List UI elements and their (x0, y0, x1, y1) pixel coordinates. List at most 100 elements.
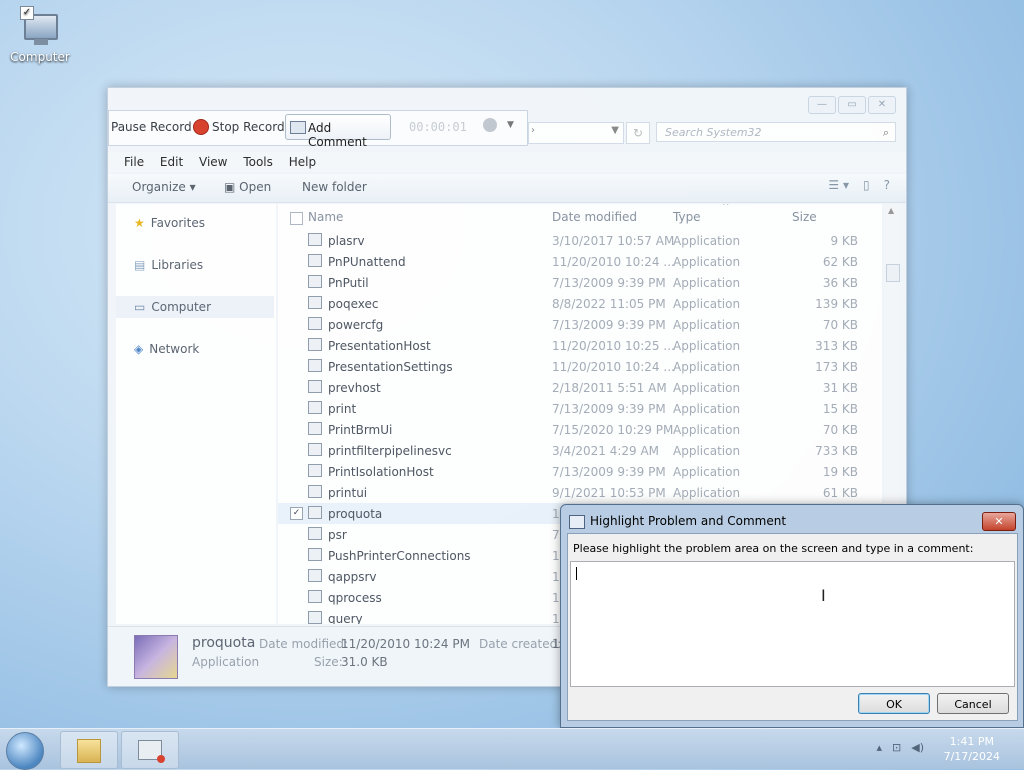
table-row[interactable]: printfilterpipelinesvc 3/4/2021 4:29 AM Ap… (278, 440, 882, 461)
menu-tools[interactable]: Tools (243, 152, 273, 172)
dialog-prompt: Please highlight the problem area on the… (573, 542, 974, 555)
column-type[interactable]: Type (673, 210, 701, 224)
scroll-thumb[interactable] (886, 264, 900, 282)
table-row[interactable]: prevhost 2/18/2011 5:51 AM Application 31 K… (278, 377, 882, 398)
refresh-button[interactable]: ↻ (626, 122, 650, 144)
menu-file[interactable]: File (124, 152, 144, 172)
volume-icon[interactable]: ◀) (911, 741, 924, 754)
comment-textarea[interactable]: I (570, 561, 1015, 687)
file-name: PnPUnattend (328, 255, 406, 269)
file-size: 173 KB (815, 360, 858, 374)
network-icon: ◈ (134, 342, 144, 356)
minimize-button[interactable]: — (808, 96, 836, 114)
file-large-icon (134, 635, 178, 679)
application-icon (308, 422, 322, 435)
add-comment-button[interactable]: Add Comment (285, 114, 391, 149)
network-status-icon[interactable]: ⊡ (892, 741, 901, 754)
desktop-computer-icon[interactable]: ✓ Computer (8, 6, 72, 64)
comment-icon (290, 121, 306, 134)
nav-libraries-label: Libraries (151, 258, 204, 272)
table-row[interactable]: print 7/13/2009 9:39 PM Application 15 KB (278, 398, 882, 419)
column-name[interactable]: Name (308, 210, 343, 224)
menu-help[interactable]: Help (289, 152, 316, 172)
file-type: Application (673, 423, 741, 437)
taskbar-explorer-button[interactable] (60, 731, 118, 769)
help-icon[interactable]: ? (884, 178, 890, 192)
maximize-button[interactable]: ▭ (838, 96, 866, 114)
file-type: Application (673, 318, 741, 332)
search-icon[interactable]: ⌕ (883, 123, 889, 143)
stop-record-button[interactable]: Stop Record (212, 120, 285, 134)
organize-button[interactable]: Organize ▾ (132, 180, 196, 194)
file-size: 139 KB (815, 297, 858, 311)
computer-icon: ✓ (20, 6, 60, 48)
menu-edit[interactable]: Edit (160, 152, 183, 172)
table-row[interactable]: PresentationSettings 11/20/2010 10:24 ...… (278, 356, 882, 377)
text-caret (576, 567, 577, 580)
globe-icon[interactable] (483, 118, 497, 132)
table-row[interactable]: PresentationHost 11/20/2010 10:25 ... Appl… (278, 335, 882, 356)
table-row[interactable]: poqexec 8/8/2022 11:05 PM Application 139 K… (278, 293, 882, 314)
file-type: Application (673, 402, 741, 416)
chevron-down-icon[interactable]: ▼ (507, 120, 514, 130)
file-type: Application (673, 444, 741, 458)
nav-favorites[interactable]: ★ Favorites (134, 216, 205, 230)
window-caption-buttons: — ▭ ✕ (808, 96, 896, 114)
clock[interactable]: 1:41 PM 7/17/2024 (944, 734, 1000, 764)
system-tray: ▴ ⊡ ◀) (876, 741, 924, 754)
file-name: PrintBrmUi (328, 423, 393, 437)
close-button[interactable]: ✕ (868, 96, 896, 114)
start-button[interactable] (6, 732, 44, 770)
ok-button[interactable]: OK (858, 693, 930, 714)
dialog-title: Highlight Problem and Comment (590, 514, 787, 528)
file-size: 62 KB (822, 255, 858, 269)
nav-network[interactable]: ◈ Network (134, 342, 199, 356)
file-type: Application (673, 360, 741, 374)
file-name: prevhost (328, 381, 381, 395)
ibeam-cursor-icon: I (821, 586, 826, 605)
nav-libraries[interactable]: ▤ Libraries (134, 258, 203, 272)
desktop-computer-label: Computer (10, 50, 70, 64)
open-button[interactable]: ▣ Open (224, 180, 271, 194)
application-icon (308, 506, 322, 519)
preview-pane-icon[interactable]: ▯ (863, 178, 870, 192)
dialog-close-button[interactable]: ✕ (982, 512, 1016, 531)
pause-record-button[interactable]: Pause Record (111, 120, 192, 134)
chevron-down-icon[interactable]: ▼ (611, 125, 619, 136)
address-bar[interactable]: ▼ › (528, 122, 624, 144)
file-type: Application (673, 297, 741, 311)
view-options-icon[interactable]: ☰ ▾ (828, 178, 849, 192)
scroll-up-icon[interactable]: ▲ (888, 206, 894, 215)
file-size: 36 KB (822, 276, 858, 290)
table-row[interactable]: PrintIsolationHost 7/13/2009 9:39 PM Appli… (278, 461, 882, 482)
steps-recorder-icon (138, 740, 165, 763)
new-folder-button[interactable]: New folder (302, 180, 367, 194)
file-date: 7/15/2020 10:29 PM (552, 423, 674, 437)
file-date: 11/20/2010 10:24 ... (552, 360, 675, 374)
search-input[interactable]: Search System32 ⌕ (656, 122, 896, 142)
select-all-checkbox[interactable] (290, 212, 303, 225)
taskbar: ▴ ⊡ ◀) 1:41 PM 7/17/2024 (0, 728, 1024, 770)
taskbar-steps-recorder-button[interactable] (121, 731, 179, 769)
table-row[interactable]: powercfg 7/13/2009 9:39 PM Application 70 K… (278, 314, 882, 335)
dialog-body: Please highlight the problem area on the… (567, 533, 1018, 721)
nav-computer[interactable]: ▭ Computer (134, 300, 211, 314)
table-row[interactable]: PrintBrmUi 7/15/2020 10:29 PM Application 7… (278, 419, 882, 440)
table-row[interactable]: printui 9/1/2021 10:53 PM Application 61 KB (278, 482, 882, 503)
details-date-created: 1 (552, 637, 560, 651)
row-checkbox[interactable]: ✓ (290, 507, 303, 520)
file-size: 313 KB (815, 339, 858, 353)
application-icon (308, 275, 322, 288)
cancel-button[interactable]: Cancel (937, 693, 1009, 714)
application-icon (308, 443, 322, 456)
table-row[interactable]: plasrv 3/10/2017 10:57 AM Application 9 KB (278, 230, 882, 251)
file-date: 1 (552, 507, 560, 521)
file-name: query (328, 612, 363, 624)
show-hidden-icons-icon[interactable]: ▴ (876, 741, 882, 754)
column-date-modified[interactable]: Date modified (552, 210, 637, 224)
file-type: Application (673, 255, 741, 269)
menu-view[interactable]: View (199, 152, 227, 172)
column-size[interactable]: Size (792, 210, 817, 224)
table-row[interactable]: PnPUnattend 11/20/2010 10:24 ... Applicati… (278, 251, 882, 272)
table-row[interactable]: PnPutil 7/13/2009 9:39 PM Application 36 KB (278, 272, 882, 293)
